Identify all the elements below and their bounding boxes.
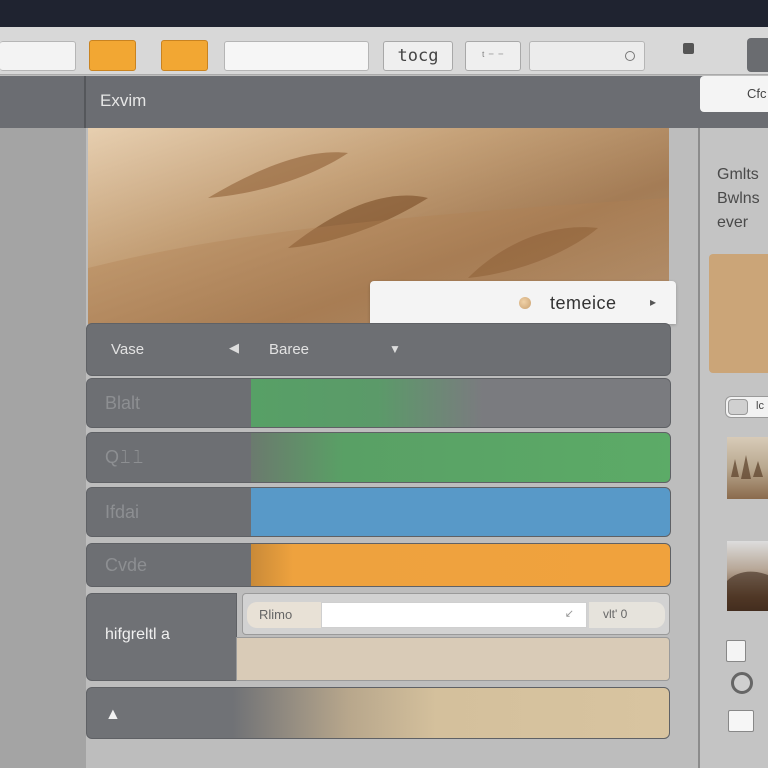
trees-image [731,455,763,479]
hero-tooltip[interactable]: temeice ▸ [370,281,676,324]
toggle-label: lc [756,400,764,412]
tool-button[interactable]: ᵗ ⁻ ⁻ [465,41,521,71]
tooltip-arrow-icon: ▸ [650,295,657,309]
toolbar-input-main[interactable] [224,41,369,71]
form-row-label: hifgreltl a [105,626,170,643]
zoom-box[interactable]: tocg [383,41,453,71]
search-icon [625,51,635,61]
form-row-label-cell: hifgreltl a [86,593,237,681]
row-bar-green [251,379,670,427]
landscape-image [727,571,768,611]
table-header: Vase ◀ Baree ▼ [86,323,671,376]
input-suffix[interactable]: vlt' 0 [589,602,665,628]
row-bar-orange [251,544,670,586]
toolbar-orange-button-1[interactable] [89,40,136,71]
bell-icon[interactable]: ▲ [105,706,121,724]
form-row-value-area[interactable] [236,637,670,681]
toolbar-input-left[interactable] [0,41,76,71]
form-input-group: Rlimo ↙ vlt' 0 [242,593,670,635]
row-label: Cvde [87,544,251,586]
row-label: Ifdai [87,488,251,536]
form-text-input[interactable]: ↙ [321,602,587,628]
header-left-cell [0,76,86,128]
tooltip-dot-icon [519,297,531,309]
table-row[interactable]: Blalt [86,378,671,428]
header-action-button[interactable]: Cfc [700,76,768,112]
file-icon[interactable] [728,710,754,732]
input-prefix[interactable]: Rlimo [247,602,321,628]
square-icon[interactable] [683,43,694,54]
column-header-2[interactable]: Baree [269,341,309,358]
right-toggle[interactable]: lc [725,396,768,418]
row-label: Blalt [87,379,251,427]
settings-icon[interactable] [731,672,753,694]
right-panel-title: Gmlts Bwlns ever [717,166,760,231]
thumbnail-2[interactable] [727,541,768,611]
sort-left-icon[interactable]: ◀ [229,340,239,356]
search-input[interactable] [529,41,645,71]
row-label: Q𝚕𝚕 [87,433,251,482]
tooltip-text: temeice [550,293,617,313]
left-sidebar [0,128,86,768]
clear-icon[interactable]: ↙ [565,607,574,620]
document-icon[interactable] [726,640,746,662]
table-row[interactable]: Ifdai [86,487,671,537]
table-row[interactable]: Cvde [86,543,671,587]
header-bar: Exvim Cfc [0,76,768,128]
row-bar-green [251,433,670,482]
column-header-1[interactable]: Vase [111,341,144,358]
thumbnail-1[interactable] [727,437,768,499]
page-title: Exvim [100,91,147,110]
chevron-down-icon[interactable]: ▼ [389,342,401,356]
color-swatch[interactable] [709,254,768,373]
table-row[interactable]: Q𝚕𝚕 [86,432,671,483]
toolbar-dark-button[interactable] [747,38,768,72]
title-bar [0,0,768,27]
toolbar-orange-button-2[interactable] [161,40,208,71]
toggle-knob [728,399,748,415]
toolbar: tocg ᵗ ⁻ ⁻ [0,27,768,75]
table-row[interactable]: ▲ [86,687,670,739]
row-bar-blue [251,488,670,536]
